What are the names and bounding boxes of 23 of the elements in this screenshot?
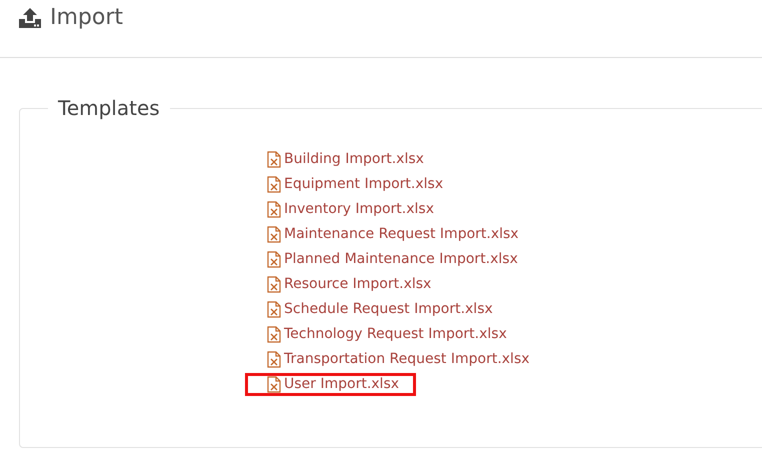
spreadsheet-file-icon (267, 276, 281, 293)
file-link[interactable]: Transportation Request Import.xlsx (245, 348, 547, 371)
spreadsheet-file-icon (267, 151, 281, 168)
upload-icon (18, 6, 42, 28)
file-link[interactable]: Maintenance Request Import.xlsx (245, 223, 536, 246)
page-title: Import (50, 5, 124, 30)
spreadsheet-file-icon (267, 376, 281, 393)
spreadsheet-file-icon (267, 326, 281, 343)
panel-legend: Templates (48, 96, 170, 120)
file-link[interactable]: Building Import.xlsx (245, 148, 441, 171)
file-link[interactable]: Equipment Import.xlsx (245, 173, 460, 196)
spreadsheet-file-icon (267, 251, 281, 268)
spreadsheet-file-icon (267, 351, 281, 368)
spreadsheet-file-icon (267, 201, 281, 218)
spreadsheet-file-icon (267, 301, 281, 318)
spreadsheet-file-icon (267, 226, 281, 243)
spreadsheet-file-icon (267, 176, 281, 193)
file-link[interactable]: Inventory Import.xlsx (245, 198, 451, 221)
file-link[interactable]: Planned Maintenance Import.xlsx (245, 248, 535, 271)
file-link[interactable]: Schedule Request Import.xlsx (245, 298, 510, 321)
file-link[interactable]: Technology Request Import.xlsx (245, 323, 524, 346)
file-link[interactable]: User Import.xlsx (245, 373, 416, 396)
file-link[interactable]: Resource Import.xlsx (245, 273, 448, 296)
